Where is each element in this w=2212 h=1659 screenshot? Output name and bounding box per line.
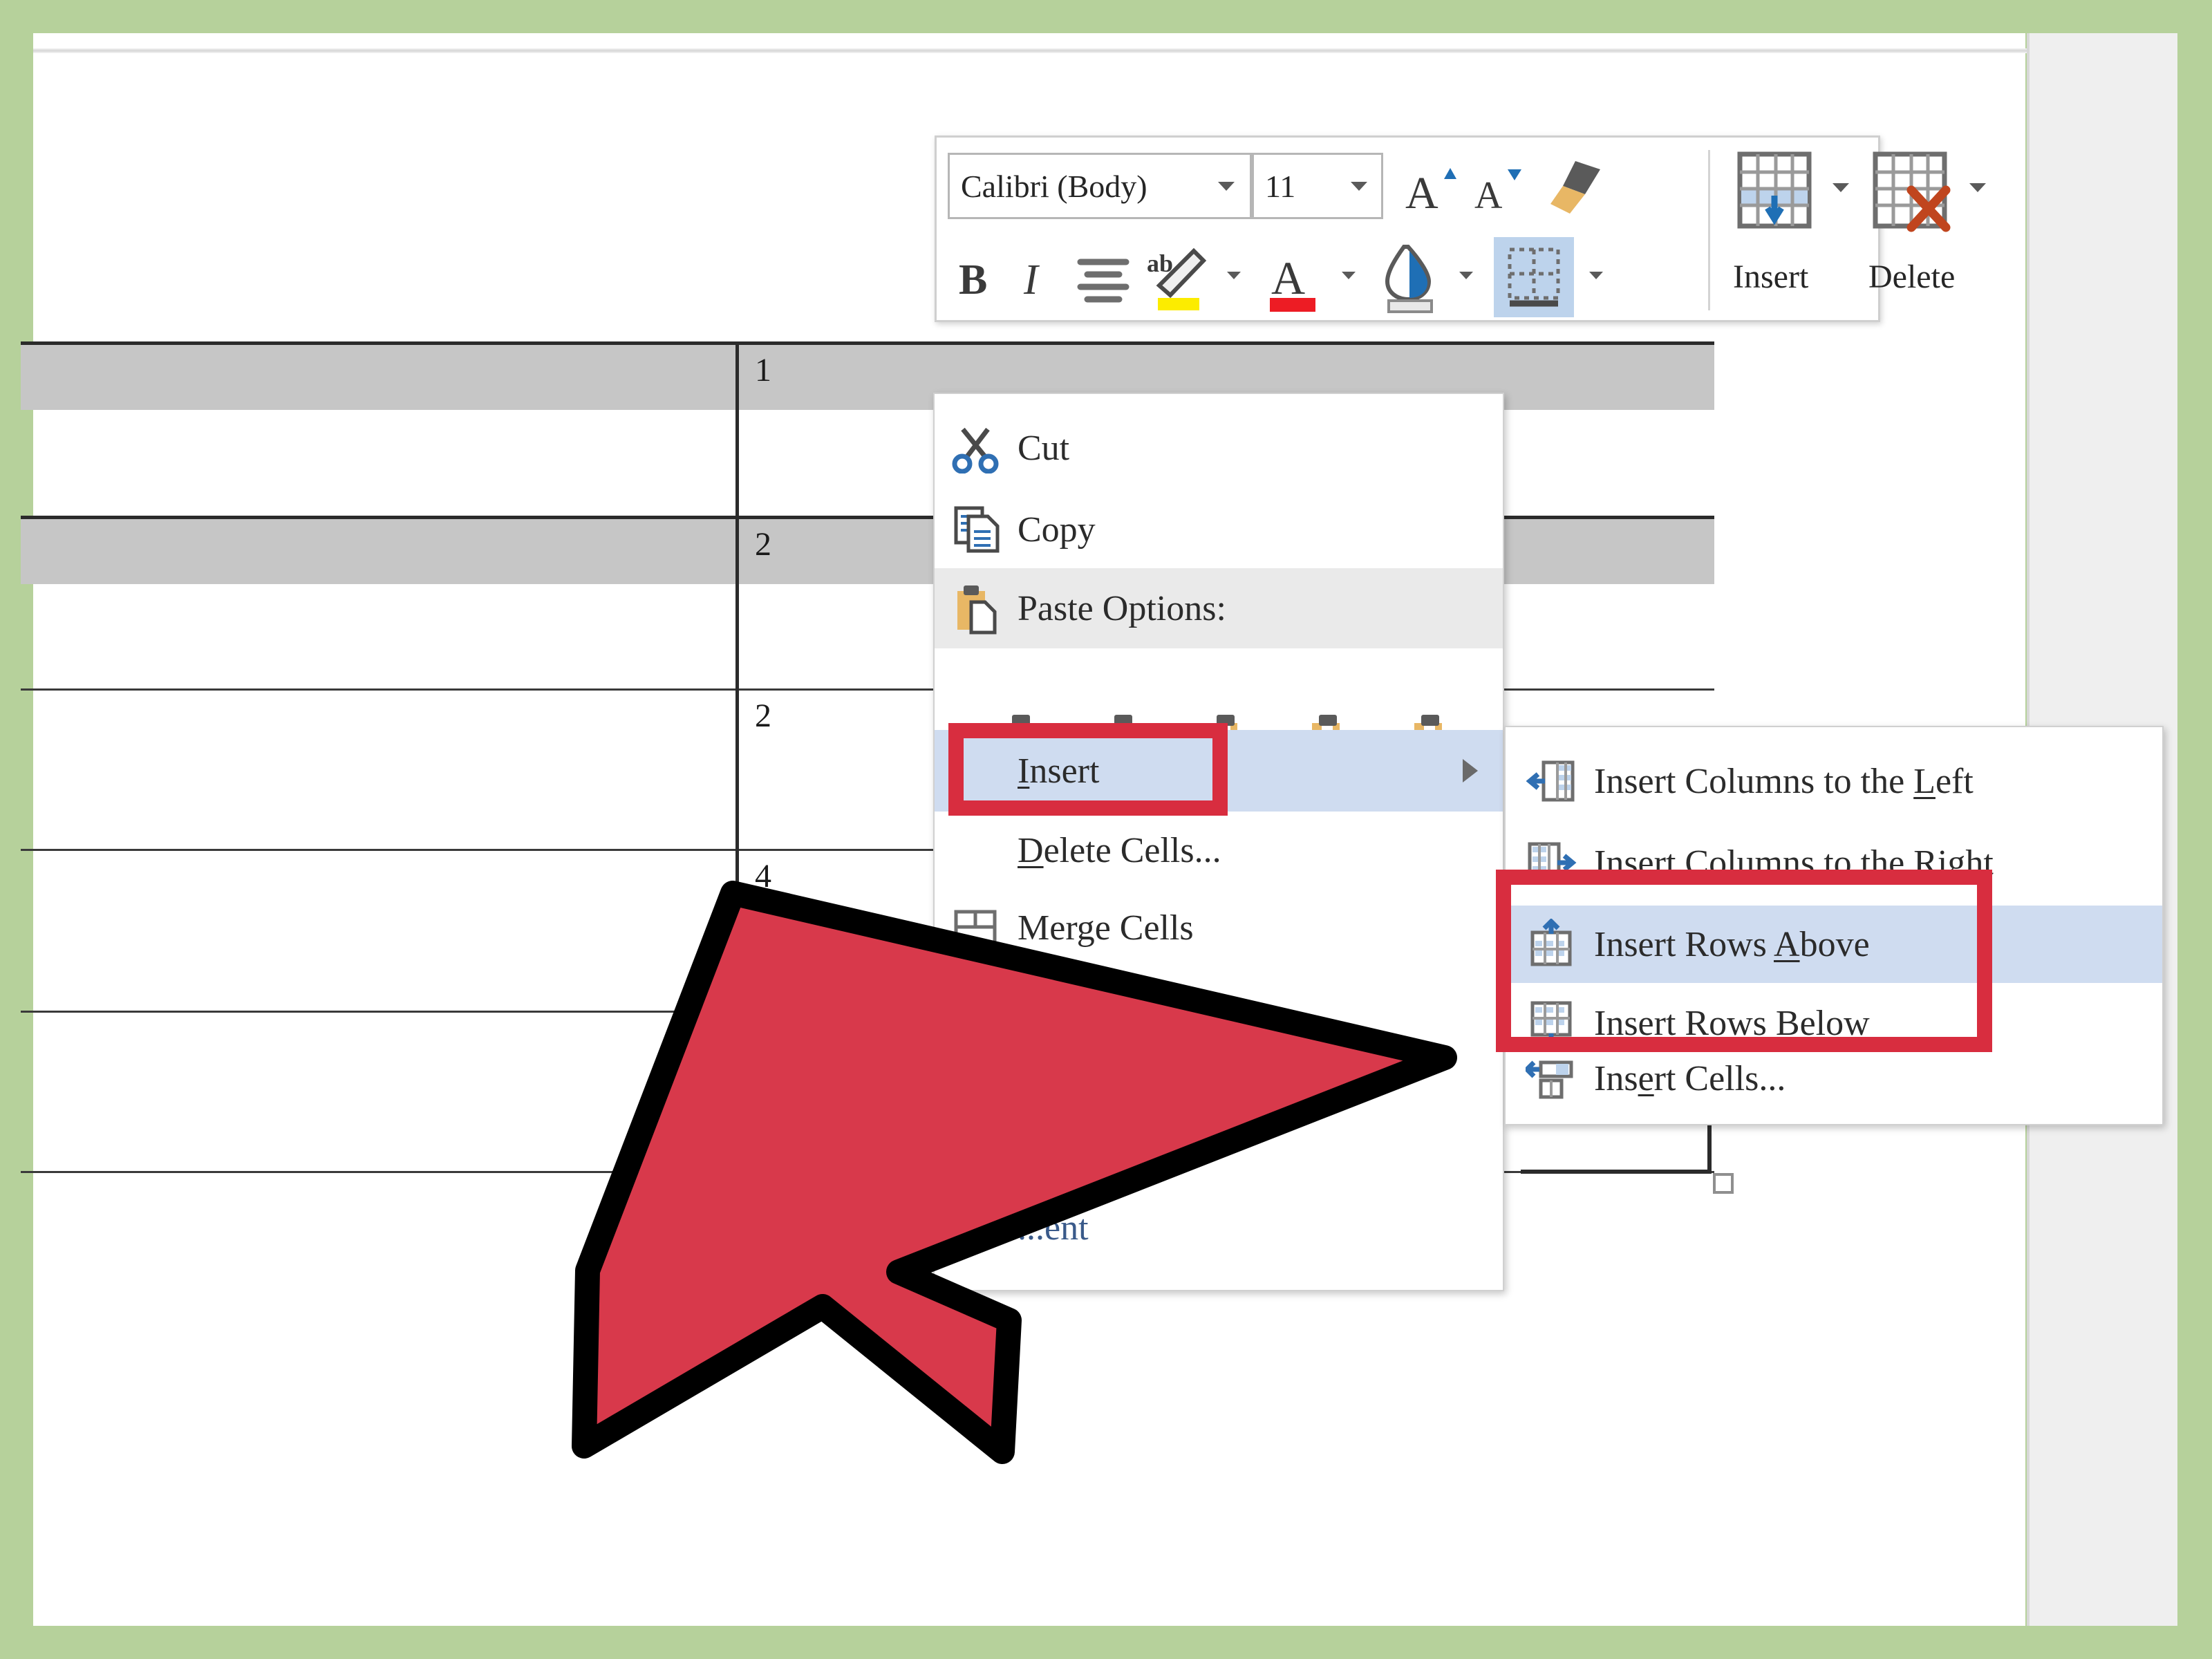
italic-button[interactable]: I (1014, 244, 1064, 308)
mini-toolbar-row-1: Calibri (Body) 11 A A (937, 138, 1986, 310)
font-size-value: 11 (1265, 168, 1296, 204)
row-number: 2 (755, 697, 771, 734)
highlight-icon: ab (1147, 247, 1207, 310)
delete-button-label[interactable]: Delete (1868, 258, 1955, 296)
delete-dropdown-caret-icon[interactable] (1969, 183, 1986, 192)
menu-item-cut[interactable]: Cut (935, 409, 1503, 487)
table-right-border (1707, 1120, 1712, 1174)
font-color-caret-icon[interactable] (1342, 272, 1356, 279)
highlight-caret-icon[interactable] (1227, 272, 1241, 279)
mini-toolbar-row-2: B I ab A Insert Delete (937, 234, 1955, 321)
borders-caret-icon[interactable] (1589, 272, 1603, 279)
font-color-button[interactable]: A (1259, 241, 1328, 313)
svg-text:A: A (1405, 168, 1438, 218)
row-number: 2 (755, 526, 771, 563)
menu-item-paste-options-label: Paste Options: (1018, 588, 1226, 628)
menu-item-copy[interactable]: Copy (935, 491, 1503, 568)
shading-button[interactable] (1374, 240, 1445, 315)
mini-toolbar[interactable]: Calibri (Body) 11 A A B I ab A Insert De… (935, 135, 1986, 322)
insert-columns-left-icon (1508, 756, 1594, 807)
chevron-right-icon (1463, 759, 1478, 782)
table-resize-handle[interactable] (1713, 1173, 1734, 1194)
column-divider (735, 516, 739, 688)
shrink-font-icon: A (1474, 169, 1521, 217)
insert-rows-button-icon[interactable] (1733, 150, 1821, 236)
svg-text:B: B (959, 256, 987, 303)
clipboard-icon (935, 581, 1018, 635)
borders-icon (1508, 247, 1560, 307)
svg-text:I: I (1023, 256, 1040, 303)
font-name-value: Calibri (Body) (961, 168, 1147, 204)
format-painter-icon (1550, 161, 1600, 214)
submenu-item-insert-columns-left[interactable]: Insert Columns to the Left (1508, 742, 2162, 820)
delete-table-icon (1873, 151, 1951, 232)
submenu-item-insert-columns-left-label: Insert Columns to the Left (1594, 761, 1974, 801)
insert-dropdown-caret-icon[interactable] (1833, 183, 1849, 192)
italic-icon: I (1023, 256, 1040, 303)
pointer-arrow-annotation (572, 881, 1457, 1464)
font-color-icon: A (1270, 252, 1315, 312)
shrink-font-button[interactable]: A (1470, 156, 1534, 219)
copy-icon (935, 504, 1018, 555)
grow-font-icon: A (1405, 168, 1456, 218)
svg-text:A: A (1474, 174, 1503, 217)
align-button[interactable] (1072, 244, 1134, 308)
scissors-icon (935, 422, 1018, 474)
insert-button-label[interactable]: Insert (1733, 258, 1808, 296)
shading-caret-icon[interactable] (1459, 272, 1473, 279)
chevron-down-icon[interactable] (1218, 181, 1235, 191)
grow-font-button[interactable]: A (1401, 156, 1468, 219)
menu-item-cut-label: Cut (1018, 428, 1070, 468)
align-icon (1077, 259, 1130, 303)
bold-button[interactable]: B (950, 244, 1006, 308)
borders-button[interactable] (1494, 237, 1574, 317)
row-number: 1 (755, 352, 771, 388)
shading-icon (1385, 245, 1433, 313)
insert-table-rows-icon (1737, 151, 1812, 229)
svg-text:A: A (1271, 252, 1305, 304)
bold-icon: B (959, 256, 987, 303)
column-divider (735, 688, 739, 849)
submenu-item-insert-cells-label: Insert Cells... (1594, 1058, 1786, 1098)
font-size-combo[interactable]: 11 (1252, 153, 1383, 219)
page-top-edge (33, 48, 2027, 53)
format-painter-button[interactable] (1539, 154, 1611, 221)
font-name-combo[interactable]: Calibri (Body) (948, 153, 1252, 219)
text-highlight-button[interactable]: ab (1143, 241, 1215, 313)
chevron-down-icon[interactable] (1351, 181, 1367, 191)
menu-item-paste-options: Paste Options: (935, 568, 1503, 648)
delete-table-button-icon[interactable] (1868, 150, 1957, 236)
menu-item-copy-label: Copy (1018, 509, 1096, 550)
column-divider (735, 341, 739, 516)
callout-box-insert (948, 723, 1228, 816)
